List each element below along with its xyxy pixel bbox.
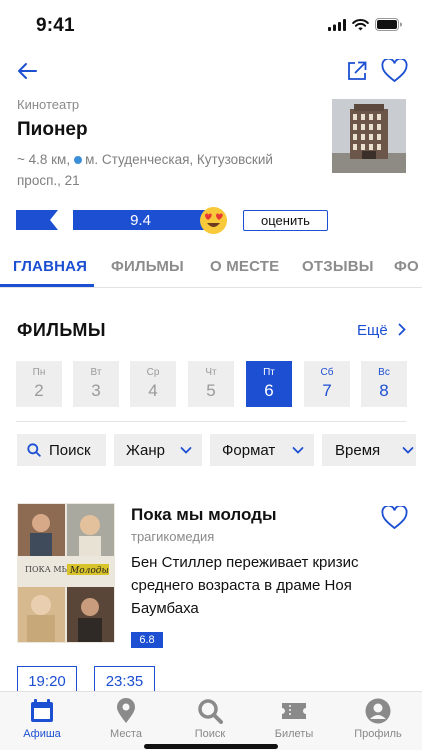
day-fri[interactable]: Пт 6 xyxy=(246,361,292,407)
ticket-icon xyxy=(281,698,307,724)
battery-icon xyxy=(375,18,402,31)
tabbar-label: Афиша xyxy=(23,728,61,740)
favorite-button[interactable] xyxy=(378,56,410,86)
venue-photo[interactable] xyxy=(332,99,406,173)
tabbar-item-afisha[interactable]: Афиша xyxy=(0,692,84,742)
tabbar-item-places[interactable]: Места xyxy=(84,692,168,742)
tab-reviews[interactable]: ОТЗЫВЫ xyxy=(302,258,374,275)
day-name: Пт xyxy=(263,367,275,378)
day-name: Чт xyxy=(205,367,217,378)
wifi-icon xyxy=(352,18,369,30)
movie-description: Бен Стиллер переживает кризис среднего в… xyxy=(131,554,359,617)
heart-icon xyxy=(381,59,407,83)
arrow-left-icon xyxy=(18,63,37,79)
day-mon[interactable]: Пн 2 xyxy=(16,361,62,407)
map-pin-icon xyxy=(113,698,139,724)
day-number: 4 xyxy=(148,381,158,400)
tab-photos[interactable]: ФО xyxy=(394,258,419,275)
search-icon xyxy=(197,698,223,724)
day-number: 5 xyxy=(206,381,216,400)
more-films-label: Ещё xyxy=(357,322,388,339)
calendar-icon xyxy=(29,698,55,724)
tab-about[interactable]: О МЕСТЕ xyxy=(210,258,279,275)
chevron-right-icon xyxy=(398,323,406,336)
tabbar-label: Поиск xyxy=(194,728,226,740)
movie-poster[interactable]: ПОКА МЫ Молоды xyxy=(17,503,115,643)
status-bar: 9:41 xyxy=(0,0,422,50)
time-filter-dropdown[interactable]: Время xyxy=(322,434,416,466)
day-name: Вс xyxy=(378,367,390,378)
films-section-title: ФИЛЬМЫ xyxy=(17,320,107,340)
rating-bar: 9.4 xyxy=(73,210,208,230)
rating-row: 9.4 оценить xyxy=(0,205,422,235)
poster-title-text-1: ПОКА МЫ xyxy=(25,565,70,574)
day-number: 2 xyxy=(34,381,44,400)
genre-filter-dropdown[interactable]: Жанр xyxy=(114,434,202,466)
day-number: 6 xyxy=(264,381,274,400)
movie-rating-badge: 6.8 xyxy=(131,632,163,648)
day-name: Ср xyxy=(146,367,160,378)
movie-genre: трагикомедия xyxy=(131,529,215,544)
venue-type: Кинотеатр xyxy=(17,97,80,112)
back-button[interactable] xyxy=(12,56,42,86)
nav-bar xyxy=(0,52,422,92)
section-tabs: ГЛАВНАЯ ФИЛЬМЫ О МЕСТЕ ОТЗЫВЫ ФО xyxy=(0,250,422,288)
metro-line-icon xyxy=(74,155,83,164)
tabbar-label: Места xyxy=(110,728,142,740)
chevron-down-icon xyxy=(402,447,414,454)
search-icon xyxy=(27,443,41,457)
time-filter-label: Время xyxy=(335,441,381,459)
home-indicator xyxy=(144,744,278,749)
venue-distance: ~ 4.8 км, xyxy=(17,152,71,167)
search-filter-label: Поиск xyxy=(49,441,91,459)
day-name: Пн xyxy=(32,367,46,378)
tabbar-label: Профиль xyxy=(354,728,402,740)
movie-favorite-button[interactable] xyxy=(378,504,410,532)
profile-icon xyxy=(365,698,391,724)
day-wed[interactable]: Ср 4 xyxy=(130,361,176,407)
more-films-link[interactable]: Ещё xyxy=(357,322,407,339)
tabbar-label: Билеты xyxy=(274,728,314,740)
day-selector: Пн 2 Вт 3 Ср 4 Чт 5 Пт 6 Сб 7 Вс 8 xyxy=(16,361,408,407)
tabbar-item-profile[interactable]: Профиль xyxy=(336,692,420,742)
day-name: Вт xyxy=(90,367,102,378)
tab-main[interactable]: ГЛАВНАЯ xyxy=(13,258,87,275)
divider xyxy=(16,421,406,422)
tabbar-item-search[interactable]: Поиск xyxy=(168,692,252,742)
bottom-tab-bar: Афиша Места Поиск Билеты Профиль xyxy=(0,691,422,750)
tab-films[interactable]: ФИЛЬМЫ xyxy=(111,258,184,275)
day-sat[interactable]: Сб 7 xyxy=(304,361,350,407)
rating-scale-flag xyxy=(16,210,58,230)
day-thu[interactable]: Чт 5 xyxy=(188,361,234,407)
share-button[interactable] xyxy=(342,56,372,86)
rating-value: 9.4 xyxy=(130,211,151,229)
share-icon xyxy=(348,61,367,80)
genre-filter-label: Жанр xyxy=(126,441,165,459)
day-number: 7 xyxy=(322,381,332,400)
poster-title-text-2: Молоды xyxy=(69,566,109,576)
format-filter-dropdown[interactable]: Формат xyxy=(210,434,314,466)
rate-button[interactable]: оценить xyxy=(243,210,328,231)
movie-poster-image: ПОКА МЫ Молоды xyxy=(17,503,115,643)
day-number: 8 xyxy=(379,381,389,400)
cellular-signal-icon xyxy=(328,18,346,31)
active-tab-indicator xyxy=(0,284,94,287)
day-tue[interactable]: Вт 3 xyxy=(73,361,119,407)
chevron-down-icon xyxy=(292,447,304,454)
movie-title[interactable]: Пока мы молоды xyxy=(131,505,276,525)
search-filter-button[interactable]: Поиск xyxy=(17,434,106,466)
venue-name: Пионер xyxy=(17,119,88,140)
heart-eyes-emoji-icon xyxy=(200,207,227,234)
format-filter-label: Формат xyxy=(222,441,276,459)
venue-address: ~ 4.8 км, м. Студенческая, Кутузовский пр… xyxy=(17,149,307,191)
status-time: 9:41 xyxy=(36,15,75,36)
tabbar-item-tickets[interactable]: Билеты xyxy=(252,692,336,742)
status-icons xyxy=(328,18,402,31)
day-name: Сб xyxy=(320,367,334,378)
heart-icon xyxy=(381,506,407,530)
chevron-down-icon xyxy=(180,447,192,454)
day-sun[interactable]: Вс 8 xyxy=(361,361,407,407)
day-number: 3 xyxy=(91,381,101,400)
building-image xyxy=(332,99,406,173)
